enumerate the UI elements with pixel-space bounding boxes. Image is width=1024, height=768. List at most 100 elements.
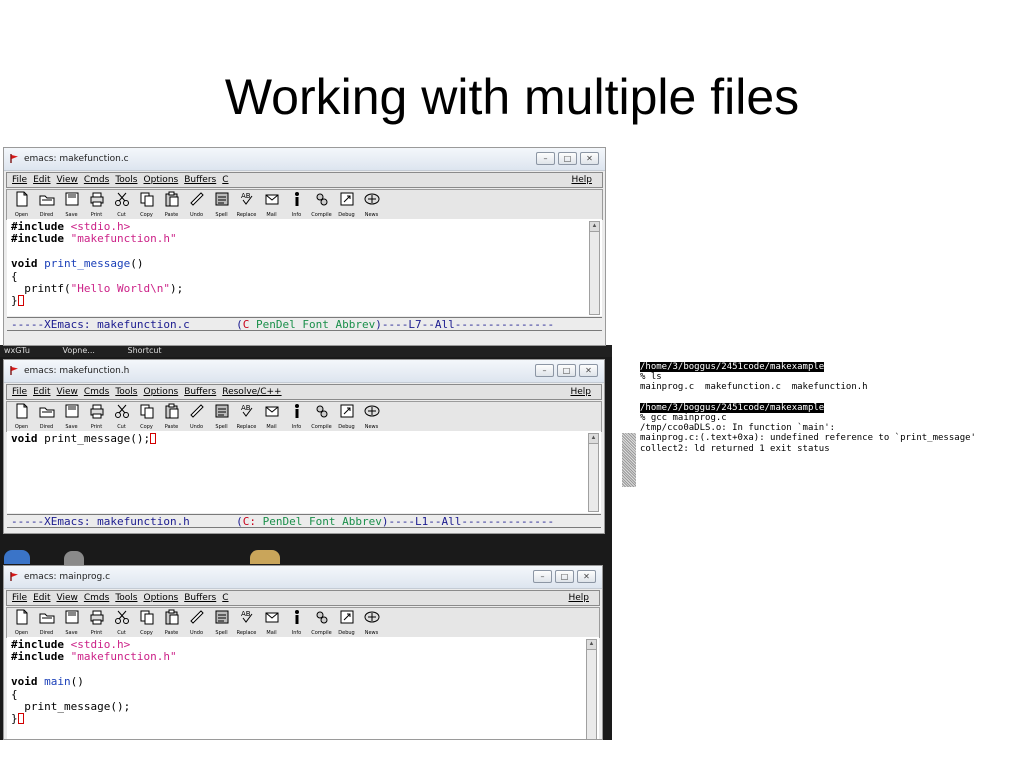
menu-edit[interactable]: Edit [33,591,50,605]
undo-button[interactable]: Undo [185,608,208,636]
menu-tools[interactable]: Tools [115,173,137,187]
debug-button[interactable]: Debug [335,402,358,430]
menu-view[interactable]: View [57,385,78,399]
menu-help[interactable]: Help [571,173,592,187]
menu-options[interactable]: Options [143,173,178,187]
info-button[interactable]: Info [285,190,308,218]
debug-button[interactable]: Debug [335,608,358,636]
menu-resolve-c-[interactable]: Resolve/C++ [222,385,281,399]
menu-options[interactable]: Options [143,385,178,399]
info-button[interactable]: Info [285,608,308,636]
menu-buffers[interactable]: Buffers [184,385,216,399]
menu-view[interactable]: View [57,173,78,187]
undo-button[interactable]: Undo [185,402,208,430]
menu-cmds[interactable]: Cmds [84,591,109,605]
vertical-scrollbar[interactable]: ▲ [586,639,597,739]
print-button[interactable]: Print [85,190,108,218]
replace-button[interactable]: AB Replace [235,608,258,636]
compile-button[interactable]: Compile [310,608,333,636]
news-button[interactable]: News [360,608,383,636]
menu-file[interactable]: File [12,173,27,187]
editor-buffer[interactable]: #include <stdio.h> #include "makefunction… [7,219,602,316]
menu-c[interactable]: C [222,173,228,187]
window-titlebar[interactable]: emacs: makefunction.c – □ ✕ [4,148,605,171]
save-button[interactable]: Save [60,402,83,430]
close-button[interactable]: ✕ [580,152,599,165]
menu-buffers[interactable]: Buffers [184,173,216,187]
window-titlebar[interactable]: emacs: makefunction.h – □ ✕ [4,360,604,383]
maximize-button[interactable]: □ [555,570,574,583]
minimize-button[interactable]: – [533,570,552,583]
open-button[interactable]: Open [10,190,33,218]
minimize-button[interactable]: – [535,364,554,377]
menu-options[interactable]: Options [143,591,178,605]
save-button[interactable]: Save [60,608,83,636]
scroll-up-arrow-icon[interactable]: ▲ [587,640,596,650]
window-titlebar[interactable]: emacs: mainprog.c – □ ✕ [4,566,602,589]
menu-help[interactable]: Help [568,591,589,605]
menu-file[interactable]: File [12,385,27,399]
vertical-scrollbar[interactable]: ▲ [589,221,600,315]
scroll-up-arrow-icon[interactable]: ▲ [589,434,598,444]
menu-edit[interactable]: Edit [33,385,50,399]
debug-button[interactable]: Debug [335,190,358,218]
menu-cmds[interactable]: Cmds [84,385,109,399]
emacs-window-makefunction-h[interactable]: emacs: makefunction.h – □ ✕ File Edit View Cm… [3,359,605,534]
paste-button[interactable]: Paste [160,402,183,430]
copy-button[interactable]: Copy [135,608,158,636]
compile-button[interactable]: Compile [310,402,333,430]
spell-button[interactable]: Spell [210,190,233,218]
news-button[interactable]: News [360,402,383,430]
terminal-output[interactable]: /home/3/boggus/2451code/makexample% ls ma… [622,362,1014,532]
mail-button[interactable]: Mail [260,608,283,636]
minimize-button[interactable]: – [536,152,555,165]
cut-button[interactable]: Cut [110,190,133,218]
menu-c[interactable]: C [222,591,228,605]
mail-button[interactable]: Mail [260,190,283,218]
desktop-app-icon[interactable] [4,550,30,564]
maximize-button[interactable]: □ [558,152,577,165]
menu-tools[interactable]: Tools [115,385,137,399]
spell-button[interactable]: Spell [210,402,233,430]
menu-file[interactable]: File [12,591,27,605]
info-button[interactable]: Info [285,402,308,430]
menu-tools[interactable]: Tools [115,591,137,605]
emacs-window-makefunction-c[interactable]: emacs: makefunction.c – □ ✕ File Edit View Cm… [3,147,606,346]
news-button[interactable]: News [360,190,383,218]
desktop-app-icon[interactable] [64,551,84,565]
close-button[interactable]: ✕ [579,364,598,377]
menu-edit[interactable]: Edit [33,173,50,187]
cut-button[interactable]: Cut [110,402,133,430]
copy-button[interactable]: Copy [135,190,158,218]
close-button[interactable]: ✕ [577,570,596,583]
replace-button[interactable]: AB Replace [235,402,258,430]
print-button[interactable]: Print [85,608,108,636]
vertical-scrollbar[interactable]: ▲ [588,433,599,512]
replace-button[interactable]: AB Replace [235,190,258,218]
maximize-button[interactable]: □ [557,364,576,377]
undo-button[interactable]: Undo [185,190,208,218]
save-button[interactable]: Save [60,190,83,218]
editor-buffer[interactable]: #include <stdio.h> #include "makefunction… [7,637,599,739]
scroll-up-arrow-icon[interactable]: ▲ [590,222,599,232]
spell-button[interactable]: Spell [210,608,233,636]
dired-button[interactable]: Dired [35,608,58,636]
paste-button[interactable]: Paste [160,608,183,636]
menu-view[interactable]: View [57,591,78,605]
menu-cmds[interactable]: Cmds [84,173,109,187]
menu-buffers[interactable]: Buffers [184,591,216,605]
compile-button[interactable]: Compile [310,190,333,218]
editor-buffer[interactable]: void print_message(); [7,431,601,513]
print-button[interactable]: Print [85,402,108,430]
paste-button[interactable]: Paste [160,190,183,218]
copy-button[interactable]: Copy [135,402,158,430]
menu-help[interactable]: Help [570,385,591,399]
mail-button[interactable]: Mail [260,402,283,430]
dired-button[interactable]: Dired [35,402,58,430]
open-button[interactable]: Open [10,608,33,636]
cut-button[interactable]: Cut [110,608,133,636]
open-button[interactable]: Open [10,402,33,430]
emacs-window-mainprog-c[interactable]: emacs: mainprog.c – □ ✕ File Edit View Cmds To… [3,565,603,740]
desktop-app-icon[interactable] [250,550,280,564]
dired-button[interactable]: Dired [35,190,58,218]
